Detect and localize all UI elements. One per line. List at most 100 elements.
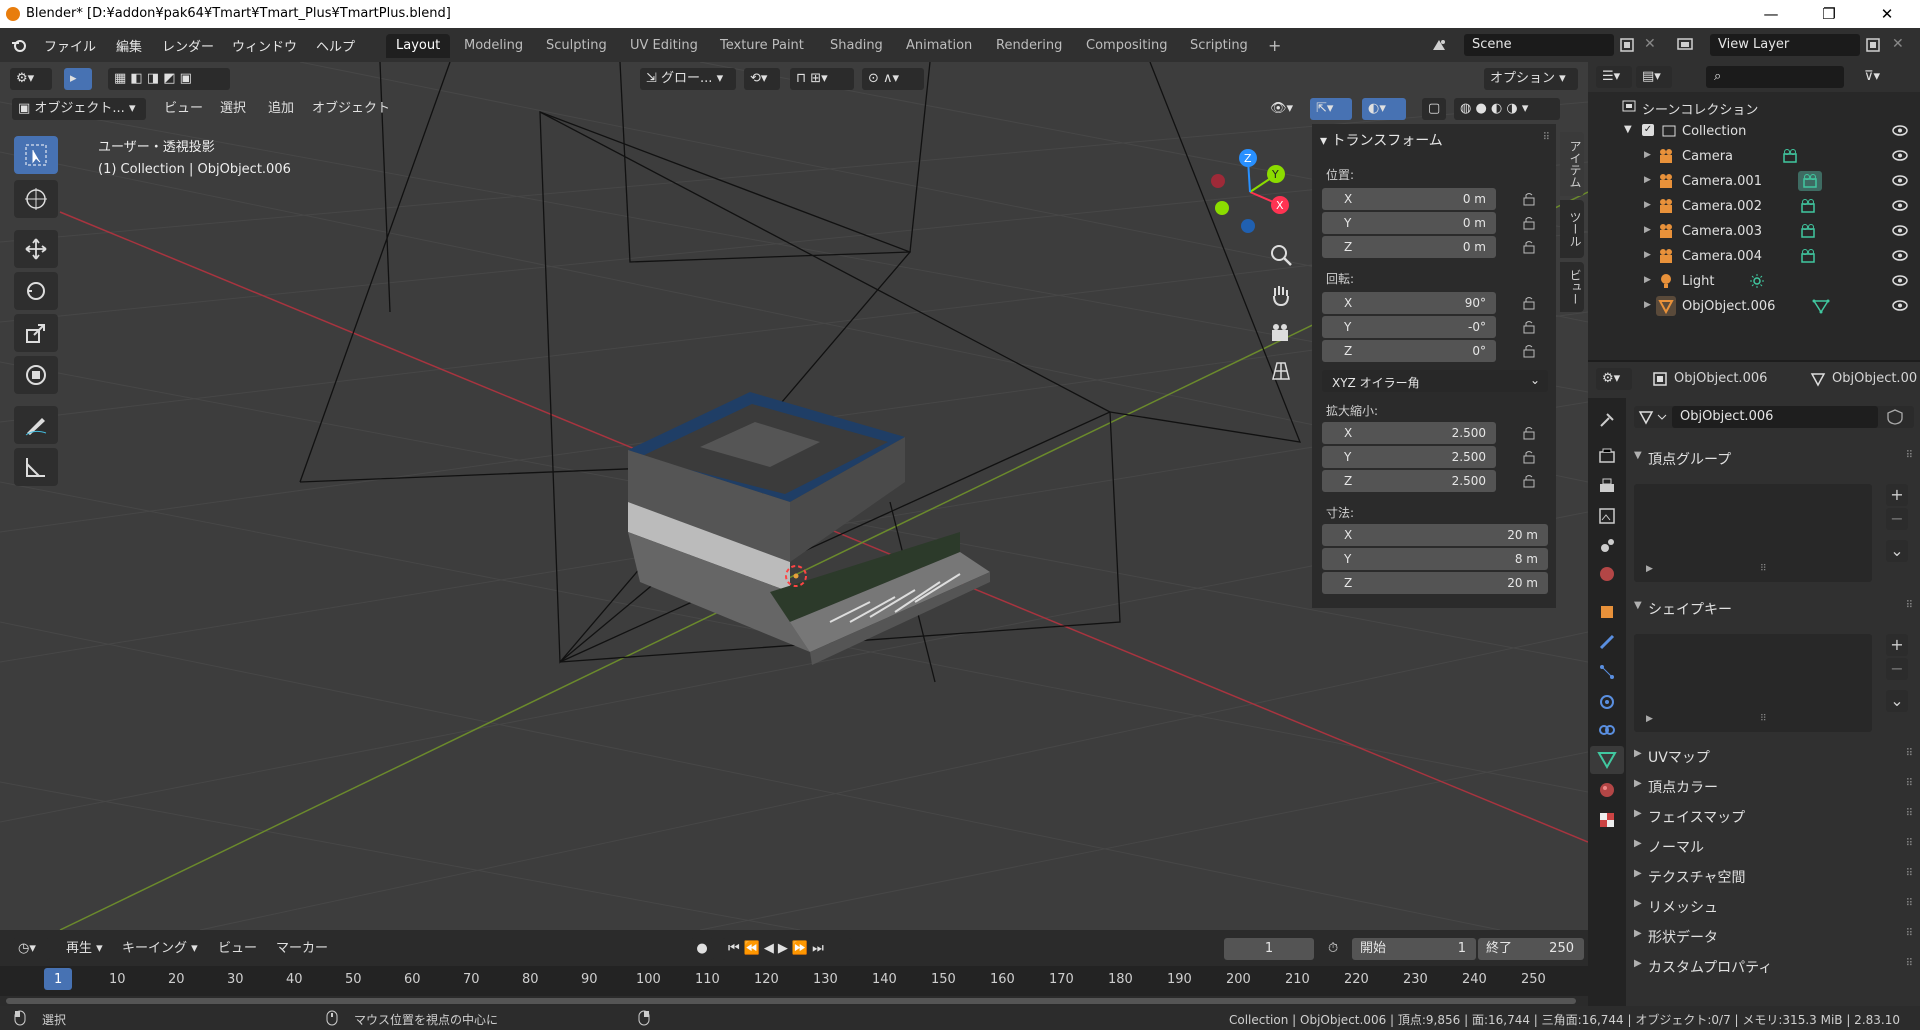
location-z-field[interactable]: Z 0 m [1322, 236, 1496, 258]
section-remesh[interactable]: ▶ リメッシュ ⠿ [1634, 892, 1920, 920]
collection-checkbox[interactable]: ✓ [1642, 124, 1654, 136]
delete-view-layer-icon[interactable]: ✕ [1892, 36, 1904, 52]
chevron-right-icon[interactable]: ▶ [1644, 300, 1651, 310]
zoom-icon[interactable] [1266, 240, 1296, 270]
outliner-item-light[interactable]: ▶ Light [1588, 269, 1920, 294]
section-geometry-data[interactable]: ▶ 形状データ ⠿ [1634, 922, 1920, 950]
proportional-editing-toggle[interactable]: ⊙ ∧▾ [862, 68, 924, 90]
tool-scale[interactable] [14, 314, 58, 352]
properties-editor-type-button[interactable]: ⚙▾ [1596, 368, 1632, 390]
view-layer-icon[interactable] [1676, 36, 1694, 54]
chevron-right-icon[interactable]: ▶ [1644, 200, 1651, 210]
camera-data-icon[interactable] [1800, 248, 1818, 264]
list-resize-grip-icon[interactable]: ⠿ [1760, 714, 1767, 724]
section-vertex-colors[interactable]: ▶ 頂点カラー ⠿ [1634, 772, 1920, 800]
rotation-x-field[interactable]: X 90° [1322, 292, 1496, 314]
add-vertex-group-button[interactable]: + [1886, 484, 1908, 506]
data-tab-active[interactable] [1590, 746, 1624, 774]
tab-uv-editing[interactable]: UV Editing [620, 34, 708, 58]
new-view-layer-icon[interactable] [1864, 36, 1882, 54]
tab-shading[interactable]: Shading [820, 34, 893, 58]
panel-grip-icon[interactable]: ⠿ [1906, 958, 1914, 969]
outliner-collection[interactable]: ▼ ✓ Collection [1588, 119, 1920, 144]
tab-rendering[interactable]: Rendering [986, 34, 1072, 58]
world-properties-icon[interactable] [1597, 564, 1617, 584]
outliner-item-camera-003[interactable]: ▶ Camera.003 [1588, 219, 1920, 244]
menu-edit[interactable]: 編集 [116, 36, 142, 55]
timeline-editor-type-button[interactable]: ◷▾ [12, 938, 50, 960]
stopwatch-icon[interactable]: ⏱ [1322, 938, 1348, 960]
filter-dropdown[interactable]: ⊽▾ [1858, 66, 1902, 88]
menu-select[interactable]: 選択 [214, 98, 252, 120]
chevron-right-icon[interactable]: ▶ [1646, 564, 1653, 574]
gizmo-toggle[interactable]: ⇱▾ [1310, 98, 1352, 120]
section-shape-keys[interactable]: ▼ シェイプキー ⠿ [1634, 594, 1920, 622]
panel-grip-icon[interactable]: ⠿ [1906, 928, 1914, 939]
section-normals[interactable]: ▶ ノーマル ⠿ [1634, 832, 1920, 860]
eye-icon[interactable] [1892, 300, 1908, 311]
overlay-toggle[interactable]: ◐▾ [1362, 98, 1406, 120]
camera-data-icon[interactable] [1800, 198, 1818, 214]
remove-vertex-group-button[interactable]: − [1886, 508, 1908, 530]
chevron-down-icon[interactable]: ▼ [1624, 124, 1632, 135]
section-face-maps[interactable]: ▶ フェイスマップ ⠿ [1634, 802, 1920, 830]
display-mode-dropdown[interactable]: ▤▾ [1636, 66, 1672, 88]
location-x-field[interactable]: X 0 m [1322, 188, 1496, 210]
menu-add[interactable]: 追加 [262, 98, 300, 120]
chevron-right-icon[interactable]: ▶ [1644, 225, 1651, 235]
snap-toggle[interactable]: ⊓ ⊞▾ [790, 68, 854, 90]
new-scene-icon[interactable] [1618, 36, 1636, 54]
panel-grip-icon[interactable]: ⠿ [1906, 898, 1914, 909]
outliner-search-input[interactable]: ⌕ [1706, 66, 1844, 88]
camera-data-icon[interactable] [1782, 148, 1800, 164]
particles-properties-icon[interactable] [1597, 662, 1617, 682]
lock-icon[interactable] [1522, 450, 1538, 464]
rotation-z-field[interactable]: Z 0° [1322, 340, 1496, 362]
rotation-y-field[interactable]: Y -0° [1322, 316, 1496, 338]
section-texture-space[interactable]: ▶ テクスチャ空間 ⠿ [1634, 862, 1920, 890]
tab-compositing[interactable]: Compositing [1076, 34, 1178, 58]
panel-grip-icon[interactable]: ⠿ [1906, 808, 1914, 819]
chevron-right-icon[interactable]: ▶ [1644, 250, 1651, 260]
location-y-field[interactable]: Y 0 m [1322, 212, 1496, 234]
maximize-button[interactable]: ❐ [1806, 2, 1852, 26]
panel-grip-icon[interactable]: ⠿ [1906, 600, 1914, 611]
perspective-toggle-icon[interactable] [1266, 356, 1296, 386]
constraints-properties-icon[interactable] [1597, 720, 1617, 740]
end-frame-field[interactable]: 終了 250 [1478, 938, 1584, 960]
output-properties-icon[interactable] [1597, 476, 1617, 496]
sun-light-icon[interactable] [1748, 273, 1766, 289]
tab-animation[interactable]: Animation [896, 34, 982, 58]
menu-file[interactable]: ファイル [44, 36, 96, 55]
chevron-right-icon[interactable]: ▶ [1644, 175, 1651, 185]
outliner-editor-type-button[interactable]: ☰▾ [1596, 66, 1632, 88]
delete-scene-icon[interactable]: ✕ [1644, 36, 1656, 52]
shape-keys-list[interactable]: ▶ ⠿ [1634, 634, 1872, 732]
options-dropdown[interactable]: オプション ▾ [1484, 68, 1578, 90]
list-resize-grip-icon[interactable]: ⠿ [1760, 564, 1767, 574]
panel-grip-icon[interactable]: ⠿ [1543, 132, 1550, 143]
menu-marker[interactable]: マーカー [270, 938, 334, 960]
transform-orientation-dropdown[interactable]: ⇲ グロー... ▾ [640, 68, 736, 90]
tab-texture-paint[interactable]: Texture Paint [710, 34, 814, 58]
section-vertex-groups[interactable]: ▼ 頂点グループ ⠿ [1634, 444, 1920, 472]
scale-z-field[interactable]: Z 2.500 [1322, 470, 1496, 492]
lock-icon[interactable] [1522, 426, 1538, 440]
outliner-item-objobject-006[interactable]: ▶ ObjObject.006 [1588, 294, 1920, 319]
section-custom-properties[interactable]: ▶ カスタムプロパティ ⠿ [1634, 952, 1920, 980]
menu-help[interactable]: ヘルプ [316, 36, 355, 55]
modifier-properties-icon[interactable] [1597, 632, 1617, 652]
pan-hand-icon[interactable] [1266, 280, 1296, 310]
select-tool-icon[interactable]: ▸ [64, 68, 92, 90]
menu-render[interactable]: レンダー [162, 36, 214, 55]
scale-y-field[interactable]: Y 2.500 [1322, 446, 1496, 468]
section-uv-maps[interactable]: ▶ UVマップ ⠿ [1634, 742, 1920, 770]
panel-grip-icon[interactable]: ⠿ [1906, 838, 1914, 849]
add-workspace-button[interactable]: + [1258, 34, 1291, 58]
timeline-scrollbar[interactable] [6, 998, 1576, 1004]
lock-icon[interactable] [1522, 474, 1538, 488]
menu-object[interactable]: オブジェクト [306, 98, 396, 120]
menu-keying[interactable]: キーイング ▾ [116, 938, 204, 960]
tab-sculpting[interactable]: Sculpting [536, 34, 617, 58]
panel-grip-icon[interactable]: ⠿ [1906, 778, 1914, 789]
